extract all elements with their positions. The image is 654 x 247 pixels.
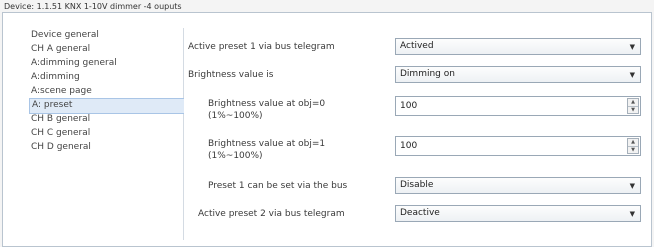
tree-item-ch-b-general[interactable]: CH B general [31,112,90,126]
chevron-down-icon: ▼ [629,210,635,218]
brightness-value-label: Brightness value is [188,70,274,80]
tree-item-a-dimming[interactable]: A:dimming [31,70,80,84]
window-title: Device: 1.1.51 KNX 1-10V dimmer -4 ouput… [4,2,182,11]
brightness-obj0-range: (1%~100%) [208,111,263,121]
spin-buttons[interactable]: ▲ ▼ [627,138,639,154]
arrow-up-icon[interactable]: ▲ [628,139,638,147]
arrow-down-icon[interactable]: ▼ [628,107,638,114]
tree-item-ch-d-general[interactable]: CH D general [31,140,91,154]
parameter-panel: Active preset 1 via bus telegram Actived… [184,28,644,240]
parameter-tree: Device general CH A general A:dimming ge… [17,28,191,240]
brightness-obj0-label: Brightness value at obj=0 [208,99,326,109]
arrow-down-icon[interactable]: ▼ [628,147,638,154]
active-preset2-value: Deactive [400,208,440,218]
tree-item-a-scene-page[interactable]: A:scene page [31,84,92,98]
chevron-down-icon: ▼ [629,71,635,79]
preset1-set-value: Disable [400,180,434,190]
preset1-set-label: Preset 1 can be set via the bus [208,181,348,191]
tree-item-device-general[interactable]: Device general [31,28,99,42]
brightness-obj1-label: Brightness value at obj=1 [208,139,326,149]
brightness-value-value: Dimming on [400,69,455,79]
brightness-obj0-input[interactable]: 100 ▲ ▼ [395,96,641,116]
arrow-up-icon[interactable]: ▲ [628,99,638,107]
active-preset1-label: Active preset 1 via bus telegram [188,42,335,52]
active-preset2-label: Active preset 2 via bus telegram [198,209,345,219]
active-preset1-select[interactable]: Actived ▼ [395,38,641,55]
brightness-value-select[interactable]: Dimming on ▼ [395,66,641,83]
chevron-down-icon: ▼ [629,43,635,51]
tree-item-a-dimming-general[interactable]: A:dimming general [31,56,117,70]
tree-item-ch-c-general[interactable]: CH C general [31,126,90,140]
brightness-obj1-input[interactable]: 100 ▲ ▼ [395,136,641,156]
spin-buttons[interactable]: ▲ ▼ [627,98,639,114]
preset1-set-select[interactable]: Disable ▼ [395,177,641,194]
brightness-obj1-value: 100 [400,141,418,151]
active-preset2-select[interactable]: Deactive ▼ [395,205,641,222]
chevron-down-icon: ▼ [629,182,635,190]
brightness-obj0-value: 100 [400,101,418,111]
active-preset1-value: Actived [400,41,434,51]
tree-item-ch-a-general[interactable]: CH A general [31,42,90,56]
brightness-obj1-range: (1%~100%) [208,151,263,161]
parameter-window: Device: 1.1.51 KNX 1-10V dimmer -4 ouput… [0,0,654,247]
